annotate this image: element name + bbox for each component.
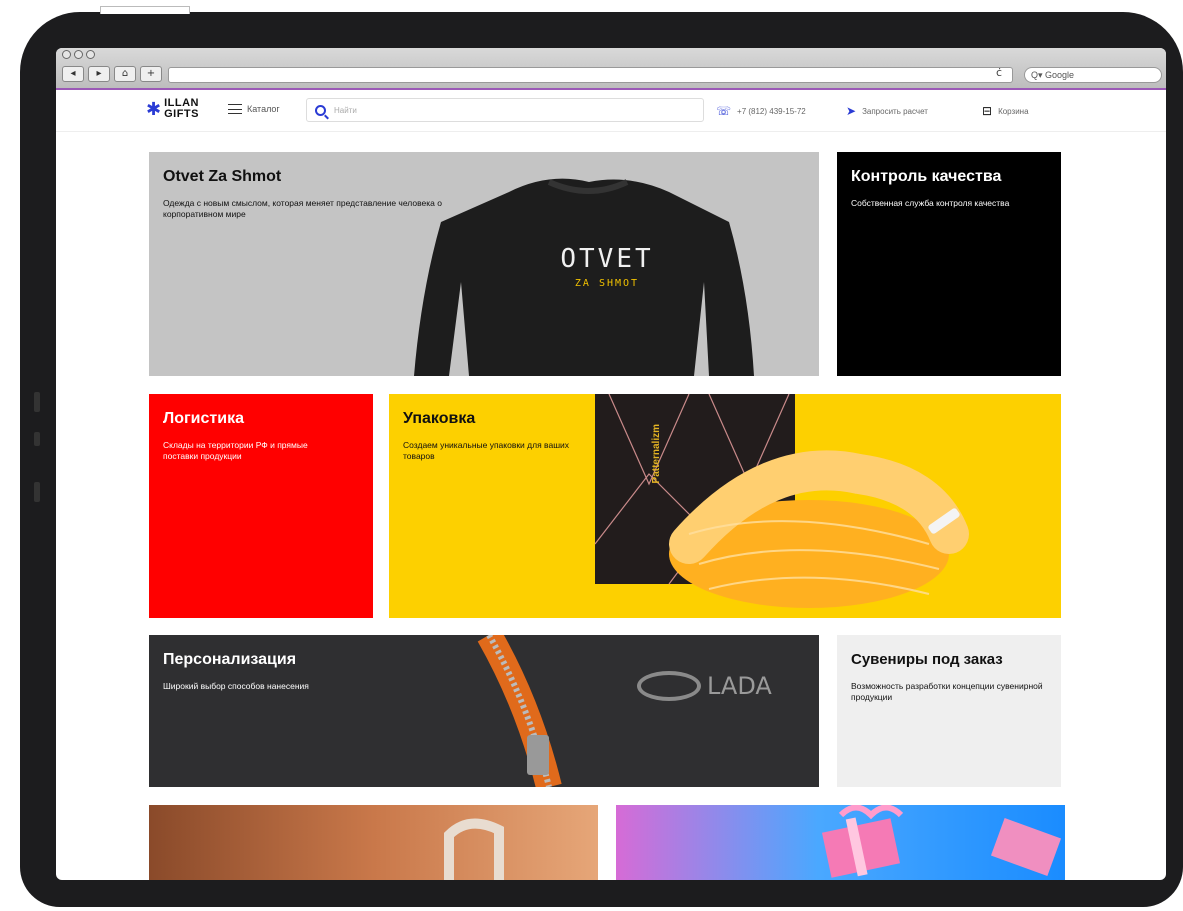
- tile-title: Сувениры под заказ: [851, 651, 1003, 668]
- window-controls: [62, 50, 95, 59]
- side-button: [34, 392, 40, 412]
- tile-text: Склады на территории РФ и прямые поставк…: [163, 440, 308, 461]
- box-label: Patternalizm: [651, 424, 662, 484]
- tile-title: Персонализация: [163, 651, 297, 668]
- tile-otvet-za-shmot[interactable]: Otvet Za Shmot Одежда с новым смыслом, к…: [149, 152, 819, 376]
- phone-link[interactable]: ☏ +7 (812) 439-15-72: [716, 104, 806, 118]
- tile-quality-control[interactable]: Контроль качества Собственная служба кон…: [837, 152, 1061, 376]
- tile-title: Контроль качества: [851, 168, 1002, 185]
- tile-text: Возможность разработки концепции сувенир…: [851, 681, 1043, 702]
- cart-label: Корзина: [998, 106, 1029, 116]
- print-sub: ZA SHMOT: [574, 278, 640, 289]
- menu-icon: [228, 104, 242, 114]
- home-button[interactable]: ⌂: [114, 66, 136, 82]
- site-header: ✱ ILLAN GIFTS Каталог Найти ☏ +7 (812) 4…: [56, 92, 1166, 132]
- add-bookmark-button[interactable]: +: [140, 66, 162, 82]
- side-button: [34, 432, 40, 446]
- brand-label: LADA: [707, 672, 772, 700]
- phone-number: +7 (812) 439-15-72: [737, 106, 806, 116]
- brand-emblem: LADA: [637, 671, 772, 701]
- lada-logo-icon: [637, 671, 701, 701]
- tile-title: Логистика: [163, 410, 244, 427]
- product-image: [444, 818, 504, 880]
- tile-logistics[interactable]: Логистика Склады на территории РФ и прям…: [149, 394, 373, 618]
- request-quote-link[interactable]: ➤ Запросить расчет: [846, 104, 928, 118]
- tile-bottom-right[interactable]: [616, 805, 1065, 880]
- tile-text: Широкий выбор способов нанесения: [163, 681, 309, 691]
- cart-link[interactable]: ⊟ Корзина: [982, 104, 1029, 118]
- packaging-image: [594, 394, 969, 608]
- gift-boxes-image: [821, 805, 1062, 878]
- side-button: [34, 482, 40, 502]
- screen: ◂ ▸ ⌂ + ● ċ Q▾ Google ✱ ILLAN GIFTS Ката…: [56, 48, 1166, 880]
- tile-bottom-left[interactable]: [149, 805, 598, 880]
- zoom-light[interactable]: [86, 50, 95, 59]
- catalog-button[interactable]: Каталог: [228, 104, 280, 114]
- print-main: OTVET: [560, 244, 654, 274]
- phone-icon: ☏: [716, 104, 732, 118]
- tile-packaging[interactable]: Упаковка Создаем уникальные упаковки для…: [389, 394, 1061, 618]
- minimize-light[interactable]: [74, 50, 83, 59]
- logo-line-2: GIFTS: [164, 108, 199, 120]
- browser-search-input[interactable]: Q▾ Google: [1024, 67, 1162, 83]
- logo[interactable]: ✱ ILLAN GIFTS: [146, 98, 199, 120]
- close-light[interactable]: [62, 50, 71, 59]
- request-label: Запросить расчет: [862, 106, 928, 116]
- paper-plane-icon: ➤: [846, 104, 857, 118]
- cart-icon: ⊟: [982, 104, 993, 118]
- search-placeholder: Найти: [334, 105, 357, 115]
- sweatshirt-image: [414, 178, 754, 376]
- tile-text: Собственная служба контроля качества: [851, 198, 1010, 208]
- browser-toolbar: ◂ ▸ ⌂ + ● ċ Q▾ Google: [56, 48, 1166, 90]
- back-button[interactable]: ◂: [62, 66, 84, 82]
- address-bar[interactable]: [168, 67, 1013, 83]
- frame-notch: [100, 6, 190, 14]
- tile-souvenirs[interactable]: Сувениры под заказ Возможность разработк…: [837, 635, 1061, 787]
- search-icon: [315, 104, 326, 116]
- asterisk-logo-icon: ✱: [146, 98, 162, 120]
- forward-button[interactable]: ▸: [88, 66, 110, 82]
- search-input[interactable]: Найти: [306, 98, 704, 122]
- tile-personalization[interactable]: Персонализация Широкий выбор способов на…: [149, 635, 819, 787]
- reload-button[interactable]: ċ: [996, 66, 1002, 79]
- catalog-label: Каталог: [247, 104, 280, 114]
